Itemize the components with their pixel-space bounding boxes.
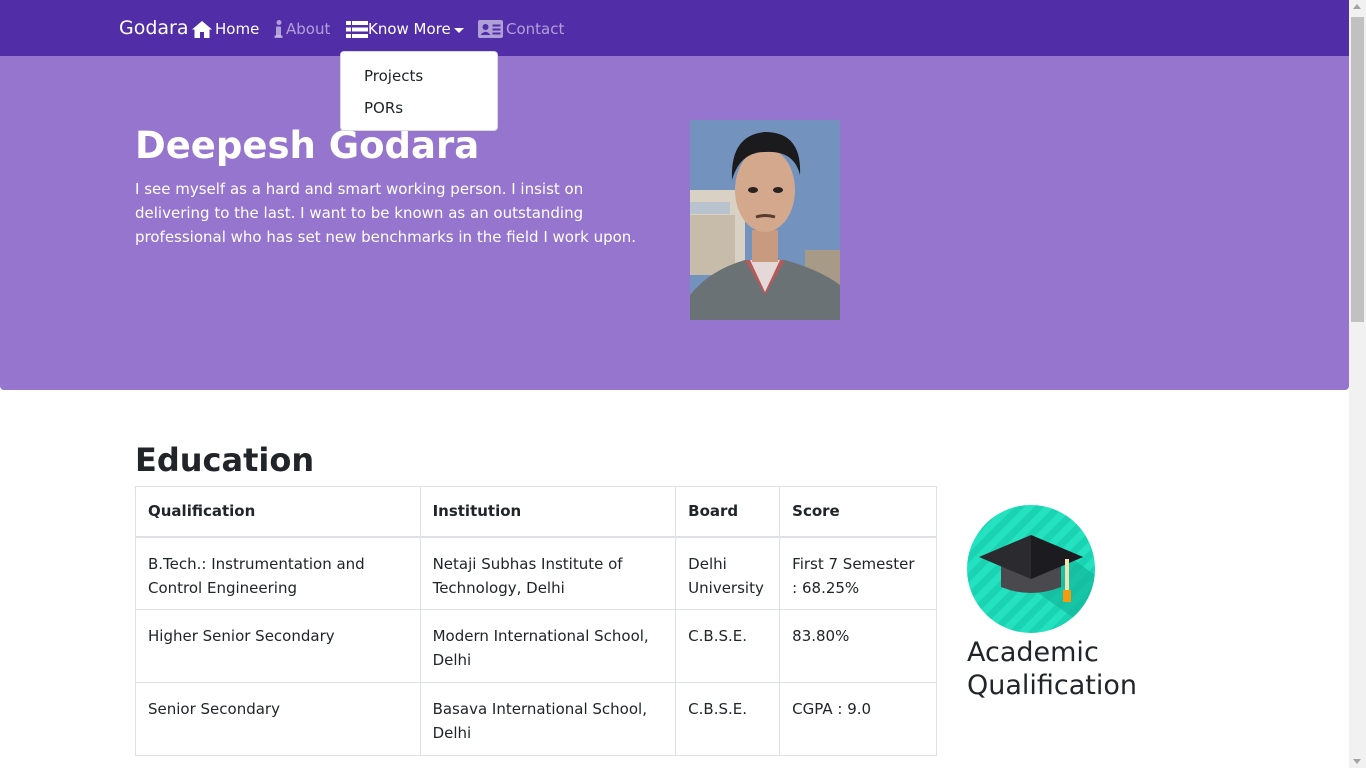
- nav-know-more-label: Know More: [368, 20, 451, 38]
- scroll-thumb[interactable]: [1351, 17, 1364, 322]
- cell-board: C.B.S.E.: [675, 609, 781, 683]
- table-row: B.Tech.: Instrumentation and Control Eng…: [135, 536, 937, 610]
- cell-score: CGPA : 9.0: [779, 682, 937, 756]
- table-header-row: Qualification Institution Board Score: [135, 486, 937, 538]
- cell-board: Delhi University: [675, 536, 781, 610]
- header-institution: Institution: [419, 486, 677, 538]
- scroll-up-arrow-icon[interactable]: [1353, 4, 1361, 9]
- cell-score: 83.80%: [779, 609, 937, 683]
- cell-qualification: Senior Secondary: [135, 682, 421, 756]
- academic-qualification-label: Academic Qualification: [967, 636, 1137, 702]
- nav-home-label: Home: [215, 20, 260, 38]
- dropdown-item-pors[interactable]: PORs: [364, 99, 403, 117]
- cell-qualification: Higher Senior Secondary: [135, 609, 421, 683]
- address-card-icon: [478, 20, 503, 38]
- academic-label-line1: Academic: [967, 637, 1099, 668]
- table-row: Senior Secondary Basava International Sc…: [135, 682, 937, 756]
- cell-institution: Modern International School, Delhi: [419, 609, 677, 683]
- header-board: Board: [675, 486, 781, 538]
- nav-about[interactable]: About: [274, 18, 330, 40]
- dropdown-item-projects[interactable]: Projects: [364, 67, 423, 85]
- cell-institution: Netaji Subhas Institute of Technology, D…: [419, 536, 677, 610]
- header-score: Score: [779, 486, 937, 538]
- nav-about-label: About: [286, 20, 331, 38]
- cell-institution: Basava International School, Delhi: [419, 682, 677, 756]
- navbar: Godara Home About Know More Contact: [0, 0, 1349, 56]
- home-icon: [192, 20, 212, 38]
- info-icon: [274, 20, 283, 38]
- nav-contact-label: Contact: [506, 20, 565, 38]
- know-more-dropdown: Projects PORs: [340, 51, 498, 131]
- header-qualification: Qualification: [135, 486, 421, 538]
- chevron-down-icon: [453, 27, 464, 33]
- table-row: Higher Senior Secondary Modern Internati…: [135, 609, 937, 683]
- nav-contact[interactable]: Contact: [478, 18, 564, 40]
- scroll-down-arrow-icon[interactable]: [1353, 759, 1361, 764]
- nav-know-more-toggle[interactable]: Know More: [346, 18, 464, 40]
- cell-score: First 7 Semester : 68.25%: [779, 536, 937, 610]
- vertical-scrollbar[interactable]: [1349, 0, 1366, 768]
- cell-qualification: B.Tech.: Instrumentation and Control Eng…: [135, 536, 421, 610]
- education-heading: Education: [135, 441, 315, 479]
- cell-board: C.B.S.E.: [675, 682, 781, 756]
- hero-bio: I see myself as a hard and smart working…: [135, 180, 637, 246]
- list-icon: [346, 20, 368, 38]
- brand-link[interactable]: Godara: [119, 17, 189, 39]
- graduation-cap-icon: [967, 505, 1095, 633]
- profile-photo: [690, 120, 840, 320]
- nav-home[interactable]: Home: [192, 18, 259, 40]
- education-table: Qualification Institution Board Score B.…: [135, 486, 937, 756]
- academic-label-line2: Qualification: [967, 670, 1138, 701]
